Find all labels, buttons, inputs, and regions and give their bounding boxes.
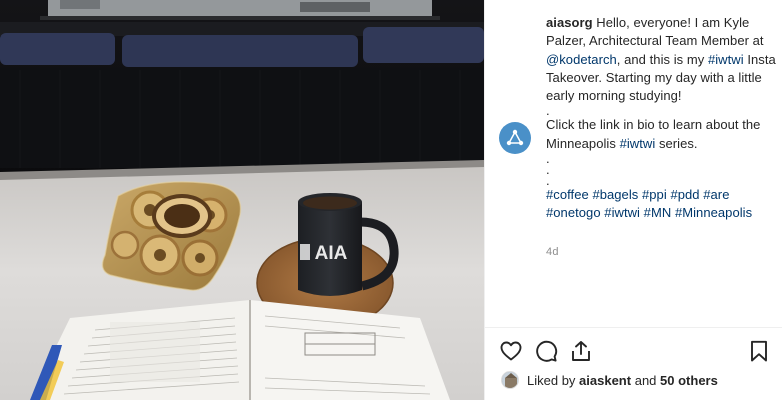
hashtag-link[interactable]: #bagels	[592, 187, 638, 202]
caption-body: aiasorg Hello, everyone! I am Kyle Palze…	[546, 14, 778, 105]
caption-dot: .	[546, 151, 550, 167]
profile-avatar[interactable]	[499, 122, 531, 154]
share-button[interactable]	[568, 338, 594, 364]
like-button[interactable]	[498, 338, 524, 364]
hashtag-link[interactable]: #iwtwi	[620, 136, 656, 151]
caption-dot: .	[546, 103, 550, 119]
caption-dot: .	[546, 173, 550, 189]
save-button[interactable]	[746, 338, 772, 364]
mention-link[interactable]: @kodetarch	[546, 52, 617, 67]
post-caption: aiasorg Hello, everyone! I am Kyle Palze…	[546, 14, 778, 223]
liker-avatar[interactable]	[501, 371, 519, 389]
likes-prefix: Liked by	[527, 372, 576, 388]
hashtag-link[interactable]: #iwtwi	[604, 205, 640, 220]
likes-summary: Liked by aiaskent and 50 others	[501, 370, 718, 390]
comment-icon	[536, 340, 558, 362]
post-age[interactable]: 4d	[546, 246, 559, 258]
action-bar	[485, 338, 782, 364]
heart-icon	[500, 341, 522, 361]
share-icon	[572, 341, 590, 361]
hashtag-link[interactable]: #ppi	[642, 187, 667, 202]
hashtag-link[interactable]: #iwtwi	[708, 52, 744, 67]
hashtag-link[interactable]: #pdd	[670, 187, 699, 202]
hashtag-list: #coffee #bagels #ppi #pdd #are #onetogo …	[546, 186, 778, 223]
aia-logo-icon	[499, 122, 531, 154]
liker-username[interactable]: aiaskent	[579, 373, 631, 388]
likes-count-link[interactable]: 50 others	[660, 373, 718, 388]
caption-mid: , and this is my	[616, 51, 708, 67]
hashtag-link[interactable]: #MN	[644, 205, 672, 220]
panel-divider	[485, 327, 782, 328]
hashtag-link[interactable]: #onetogo	[546, 205, 601, 220]
bookmark-icon	[751, 340, 767, 362]
caption-username[interactable]: aiasorg	[546, 15, 593, 30]
mug-text: AIA	[315, 243, 348, 264]
hashtag-link[interactable]: #are	[703, 187, 729, 202]
hashtag-link[interactable]: #Minneapolis	[675, 205, 752, 220]
comment-button[interactable]	[533, 338, 559, 364]
bio-end: series.	[655, 135, 698, 151]
caption-bio-line: Click the link in bio to learn about the…	[546, 116, 778, 153]
likes-middle: and	[634, 372, 657, 388]
hashtag-link[interactable]: #coffee	[546, 187, 589, 202]
caption-dot: .	[546, 162, 550, 178]
photo-scene: AIA	[0, 0, 484, 400]
post-photo[interactable]: AIA	[0, 0, 484, 400]
post-comments-panel: aiasorg Hello, everyone! I am Kyle Palze…	[484, 0, 782, 400]
